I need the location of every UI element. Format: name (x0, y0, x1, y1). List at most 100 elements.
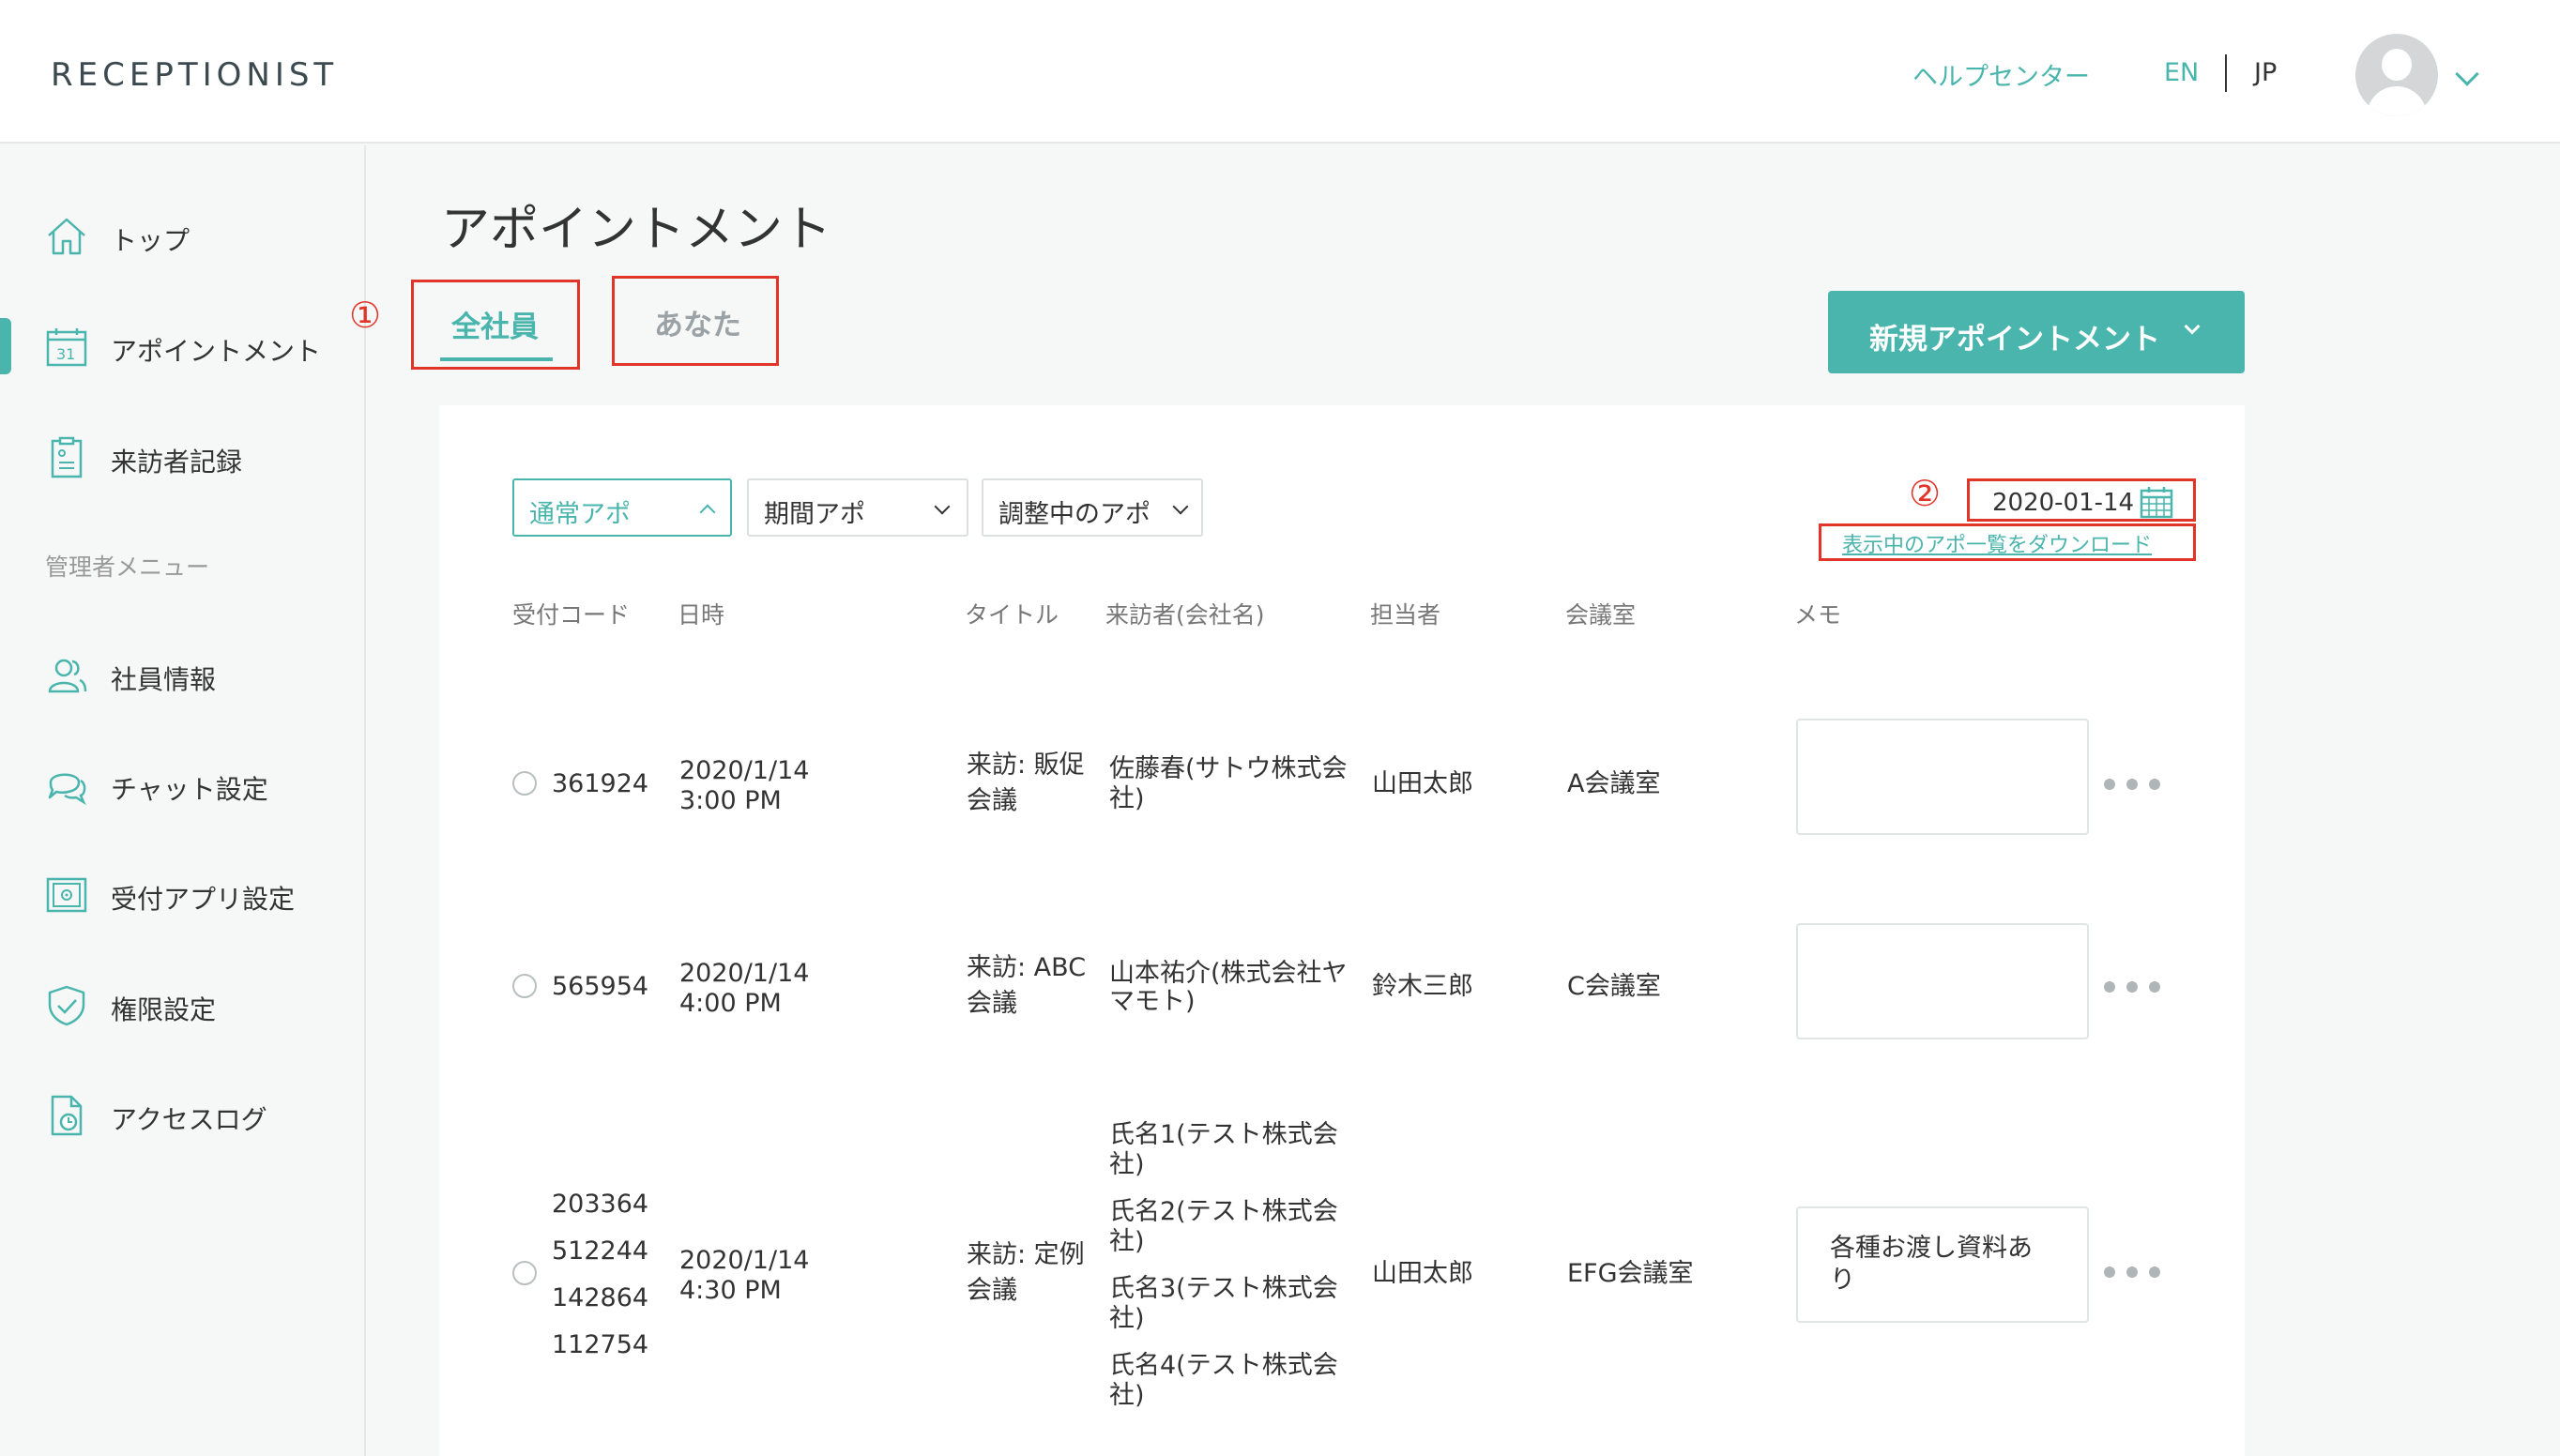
tab-label: あなた (654, 309, 741, 342)
appointment-title-cont: 会議 (967, 989, 1017, 1018)
filter-regular-appointments[interactable]: 通常アポ (512, 478, 732, 537)
clipboard-icon (51, 436, 83, 478)
chevron-down-icon[interactable] (2455, 62, 2479, 86)
appointment-time: 4:00 PM (679, 989, 782, 1018)
tab-all-employees[interactable]: 全社員 (411, 280, 580, 370)
sidebar-item-label: アクセスログ (111, 1104, 267, 1135)
sidebar-item-visitor-records[interactable]: 来訪者記録 (0, 419, 364, 494)
chevron-down-icon (934, 498, 951, 515)
meeting-room: C会議室 (1567, 972, 1661, 1001)
sidebar-item-reception-app-settings[interactable]: 受付アプリ設定 (0, 857, 364, 932)
chevron-up-icon (699, 504, 716, 521)
calendar-icon: 31 (46, 328, 87, 367)
meeting-room: EFG会議室 (1567, 1259, 1694, 1288)
more-options-icon[interactable] (2104, 1263, 2170, 1282)
sidebar-item-top[interactable]: トップ (0, 198, 364, 273)
active-tab-underline (440, 357, 553, 361)
calendar-icon (2140, 487, 2173, 519)
sidebar-item-access-log[interactable]: アクセスログ (0, 1077, 364, 1152)
memo-text-cont: り (1830, 1266, 1855, 1295)
chevron-down-icon (1172, 498, 1189, 515)
reception-code: 565954 (552, 972, 649, 1001)
chevron-down-icon (2184, 318, 2201, 335)
host-name: 鈴木三郎 (1372, 972, 1473, 1001)
avatar-head-shape (2382, 49, 2412, 81)
sidebar-item-chat-settings[interactable]: チャット設定 (0, 747, 364, 822)
visitor-name: 氏名2(テスト株式会 (1109, 1197, 1338, 1226)
users-icon (48, 659, 87, 693)
appointment-title: 来訪: ABC (967, 953, 1087, 982)
visitor-name-cont: 社) (1109, 1150, 1145, 1179)
memo-field[interactable] (1796, 719, 2089, 835)
chat-icon (48, 773, 86, 806)
visitor-name: 氏名1(テスト株式会 (1109, 1120, 1338, 1149)
sidebar-item-employees[interactable]: 社員情報 (0, 637, 364, 712)
more-options-icon[interactable] (2104, 978, 2170, 996)
sidebar-item-label: チャット設定 (111, 774, 268, 805)
sidebar-item-label: アポイントメント (111, 336, 322, 367)
active-indicator (0, 318, 11, 374)
appointment-time: 3:00 PM (679, 786, 782, 815)
lang-en-link[interactable]: EN (2164, 58, 2199, 87)
header: RECEPTIONIST ヘルプセンター EN JP (0, 0, 2560, 144)
appointment-title: 来訪: 定例 (967, 1240, 1085, 1269)
tab-label: 全社員 (451, 311, 539, 344)
avatar-body-shape (2367, 86, 2427, 116)
column-header-datetime: 日時 (678, 601, 725, 629)
visitor-name: 山本祐介(株式会社ヤ (1109, 959, 1348, 988)
shield-check-icon (48, 985, 85, 1026)
appointment-title-cont: 会議 (967, 1276, 1017, 1305)
memo-field[interactable] (1796, 923, 2089, 1039)
receptionist-logo[interactable]: RECEPTIONIST (51, 56, 338, 94)
visitor-name: 氏名4(テスト株式会 (1109, 1351, 1338, 1380)
help-center-link[interactable]: ヘルプセンター (1912, 56, 2090, 93)
tablet-gear-icon (46, 877, 87, 913)
appointment-date: 2020/1/14 (679, 959, 810, 988)
date-value: 2020-01-14 (1992, 489, 2135, 517)
reception-code: 203364 (552, 1190, 649, 1219)
filter-label: 通常アポ (529, 500, 631, 529)
visitor-name: 氏名3(テスト株式会 (1109, 1274, 1338, 1303)
download-link-label: 表示中のアポ一覧をダウンロード (1842, 534, 2153, 557)
host-name: 山田太郎 (1372, 769, 1473, 798)
tab-you[interactable]: あなた (612, 276, 779, 366)
sidebar-item-label: 受付アプリ設定 (111, 884, 296, 915)
user-avatar[interactable] (2355, 34, 2438, 116)
more-options-icon[interactable] (2104, 775, 2170, 794)
admin-menu-heading: 管理者メニュー (45, 554, 210, 581)
reception-code: 361924 (552, 769, 649, 798)
sidebar-item-label: 来訪者記録 (111, 447, 243, 478)
annotation-marker-1: ① (349, 295, 382, 336)
page-title: アポイントメント (441, 202, 832, 258)
date-picker[interactable]: 2020-01-14 (1967, 478, 2196, 522)
sidebar-item-label: 権限設定 (111, 994, 217, 1025)
lang-jp-link[interactable]: JP (2254, 58, 2277, 87)
lang-divider (2225, 54, 2227, 92)
column-header-visitor: 来訪者(会社名) (1105, 601, 1265, 629)
appointment-title: 来訪: 販促 (967, 751, 1085, 780)
row-select-radio[interactable] (512, 1261, 537, 1285)
visitor-name: 佐藤春(サトウ株式会 (1109, 754, 1348, 783)
document-clock-icon (51, 1095, 83, 1136)
visitor-name-cont: 社) (1109, 784, 1145, 813)
memo-text: 各種お渡し資料あ (1830, 1234, 2033, 1263)
filter-label: 調整中のアポ (998, 500, 1150, 529)
annotation-marker-2: ② (1909, 473, 1942, 514)
appointment-time: 4:30 PM (679, 1276, 782, 1305)
new-appointment-button[interactable]: 新規アポイントメント (1828, 291, 2245, 373)
memo-field[interactable]: 各種お渡し資料あ り (1796, 1206, 2089, 1323)
sidebar-item-appointments[interactable]: 31 アポイントメント (0, 309, 364, 384)
row-select-radio[interactable] (512, 771, 537, 796)
row-select-radio[interactable] (512, 974, 537, 998)
new-appointment-label: 新規アポイントメント (1869, 323, 2160, 356)
filter-period-appointments[interactable]: 期間アポ (747, 478, 968, 537)
sidebar-item-label: 社員情報 (111, 664, 217, 695)
visitor-name-cont: 社) (1109, 1227, 1145, 1256)
visitor-name-cont: 社) (1109, 1381, 1145, 1410)
sidebar-item-label: トップ (111, 225, 190, 256)
column-header-host: 担当者 (1370, 601, 1441, 629)
filter-pending-appointments[interactable]: 調整中のアポ (982, 478, 1203, 537)
column-header-code: 受付コード (512, 601, 631, 629)
download-appointments-link[interactable]: 表示中のアポ一覧をダウンロード (1819, 523, 2196, 561)
sidebar-item-permission-settings[interactable]: 権限設定 (0, 967, 364, 1042)
